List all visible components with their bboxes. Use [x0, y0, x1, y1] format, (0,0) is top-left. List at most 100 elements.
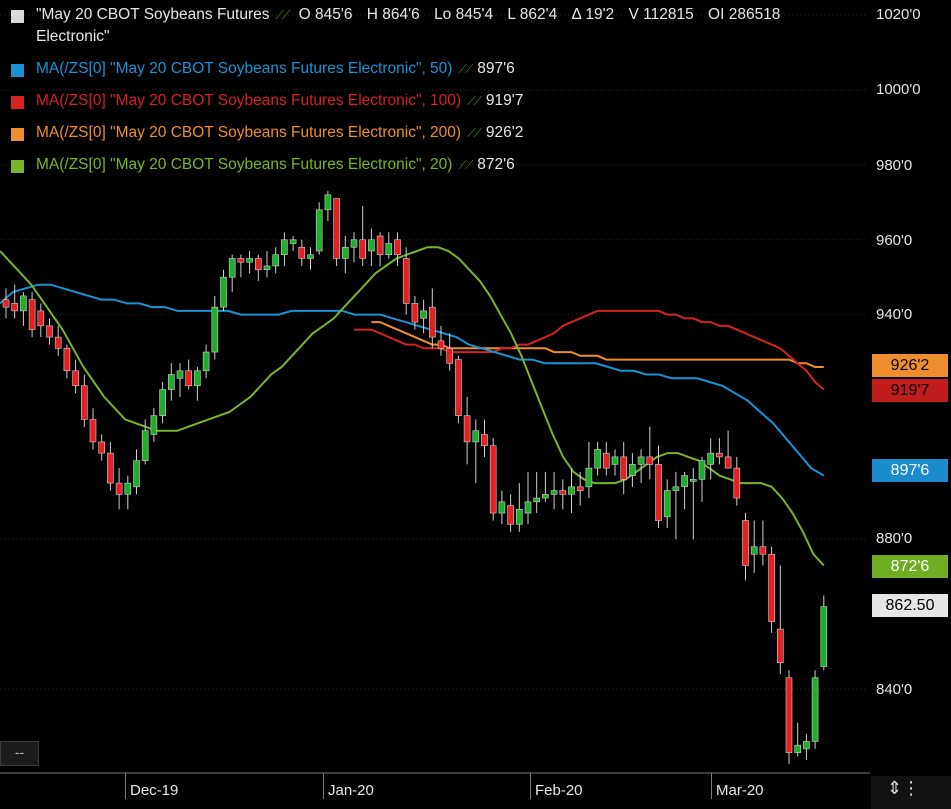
- candle-body-up: [368, 239, 375, 252]
- candle: [376, 232, 384, 266]
- candle: [437, 325, 445, 356]
- open-interest-label: OI: [708, 6, 725, 23]
- collapse-button[interactable]: --: [0, 741, 39, 766]
- candle: [272, 247, 280, 274]
- candle-body-up: [350, 239, 358, 248]
- candle: [20, 292, 27, 326]
- x-tick: [125, 773, 126, 799]
- candle-body-up: [211, 306, 219, 353]
- y-tick-label: 1020'0: [876, 6, 921, 23]
- x-tick: [323, 773, 324, 799]
- candle-body-up: [263, 265, 271, 270]
- wave-icon: ⟋⟋: [458, 62, 473, 76]
- candle: [803, 733, 810, 761]
- candle-body-up: [141, 430, 149, 461]
- candle-body-down: [54, 336, 62, 349]
- axis-scale-icon[interactable]: ⇕⋮: [887, 778, 920, 799]
- legend-swatch-main: [11, 10, 24, 23]
- candle: [115, 468, 123, 510]
- candle: [341, 236, 349, 274]
- candle: [263, 250, 271, 278]
- ma100-price-tag: 919'7: [872, 379, 948, 402]
- candle: [81, 374, 88, 427]
- candle-body-up: [315, 209, 323, 252]
- candle: [359, 206, 367, 266]
- legend-ma20: MA(/ZS[0] "May 20 CBOT Soybeans Futures …: [0, 154, 870, 176]
- candle: [89, 408, 97, 450]
- candle-body-up: [176, 370, 184, 379]
- candle-body-up: [159, 389, 166, 417]
- candle: [707, 438, 715, 480]
- candle: [559, 479, 567, 510]
- candle-body-down: [2, 299, 10, 308]
- candle-body-up: [246, 258, 253, 263]
- x-tick-label: Feb-20: [535, 782, 583, 799]
- candle-body-down: [437, 340, 445, 349]
- candle: [768, 546, 775, 633]
- candle: [107, 441, 114, 491]
- candle-body-down: [620, 456, 628, 480]
- wave-icon: ⟋⟋: [467, 94, 482, 108]
- candle-body-down: [602, 452, 610, 469]
- candle-body-down: [446, 348, 454, 364]
- candle-body-up: [550, 490, 558, 495]
- candle: [98, 434, 105, 461]
- candle-body-down: [776, 628, 784, 664]
- low-label: Lo: [434, 6, 452, 23]
- candle: [255, 254, 262, 281]
- x-tick-label: Dec-19: [130, 782, 179, 799]
- candle: [446, 333, 454, 371]
- candle-body-up: [150, 415, 158, 435]
- candle-body-down: [394, 239, 401, 256]
- candle-body-up: [472, 430, 480, 443]
- candle: [185, 359, 192, 390]
- candle-body-up: [324, 194, 332, 211]
- candle: [811, 670, 819, 749]
- candle-body-down: [255, 258, 262, 270]
- high-value: 864'6: [382, 6, 420, 23]
- candle: [550, 471, 558, 510]
- candle-body-up: [568, 486, 575, 495]
- candle: [168, 363, 175, 401]
- candle: [159, 382, 166, 424]
- candle-body-down: [28, 299, 36, 330]
- candle-body-down: [716, 452, 723, 458]
- candle-body-up: [202, 351, 210, 372]
- candle-body-down: [411, 303, 419, 323]
- candle: [402, 247, 410, 315]
- candle: [524, 471, 532, 525]
- candle: [54, 325, 62, 356]
- candle-body-down: [768, 553, 775, 622]
- legend-ma100: MA(/ZS[0] "May 20 CBOT Soybeans Futures …: [0, 90, 870, 112]
- legend-ohlc: O 845'6 H 864'6 Lo 845'4 L 862'4 Δ 19'2 …: [299, 6, 781, 23]
- candle-body-up: [515, 508, 523, 525]
- candle-body-up: [594, 449, 601, 469]
- candle: [150, 408, 158, 442]
- legend-ma20-value: 872'6: [477, 156, 515, 173]
- candle-body-down: [46, 325, 53, 338]
- wave-icon: ⟋⟋: [458, 158, 473, 172]
- candle: [2, 288, 10, 319]
- candle-body-up: [750, 546, 758, 555]
- legend-ma100-value: 919'7: [485, 92, 524, 109]
- candle: [124, 475, 132, 510]
- candle: [281, 232, 288, 266]
- candle: [194, 367, 201, 401]
- candle-body-down: [489, 445, 497, 514]
- candle: [211, 295, 219, 360]
- candle-body-up: [124, 482, 132, 495]
- candle-body-down: [37, 310, 45, 327]
- candle: [611, 449, 619, 476]
- candle-body-up: [220, 276, 227, 308]
- candle-body-up: [498, 501, 506, 514]
- candle: [37, 303, 45, 338]
- change-label: Δ: [571, 6, 582, 23]
- candle-body-up: [803, 741, 810, 750]
- candle-body-down: [724, 456, 732, 469]
- candle: [759, 520, 767, 566]
- x-tick-label: Jan-20: [328, 782, 374, 799]
- legend-ma20-text: MA(/ZS[0] "May 20 CBOT Soybeans Futures …: [36, 156, 453, 173]
- candle-body-up: [681, 475, 688, 488]
- candle-body-up: [289, 239, 297, 244]
- candle-body-down: [507, 505, 514, 525]
